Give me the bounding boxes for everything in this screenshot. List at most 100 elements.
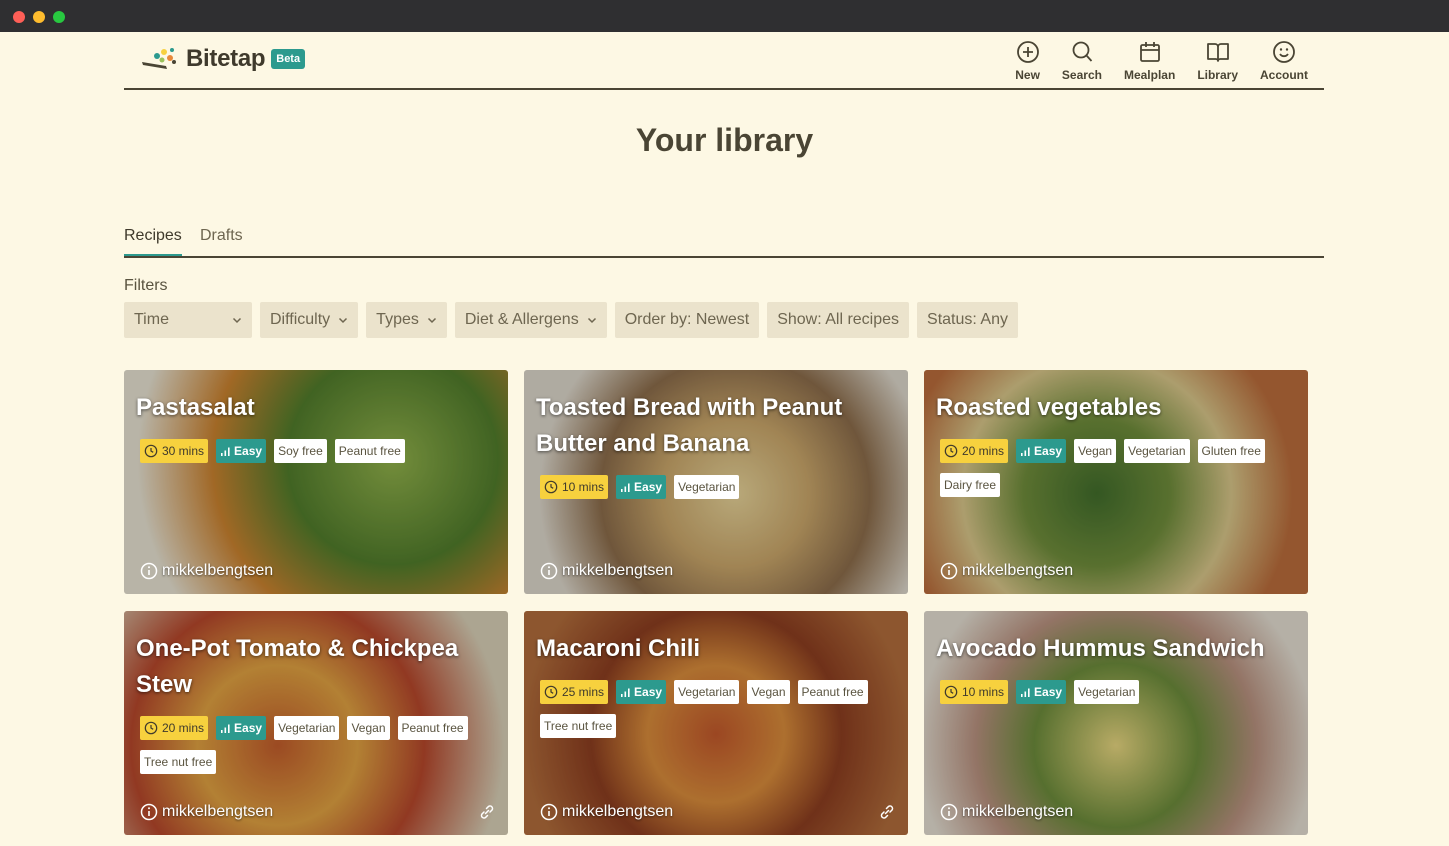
nav-label: Library: [1197, 68, 1238, 82]
recipe-title[interactable]: Toasted Bread with Peanut Butter and Ban…: [536, 390, 896, 462]
recipe-author[interactable]: mikkelbengtsen: [140, 562, 273, 580]
plus-circle-icon: [1016, 41, 1039, 63]
recipe-title[interactable]: Pastasalat: [136, 390, 496, 426]
difficulty-bars-icon: [1021, 447, 1030, 456]
link-icon[interactable]: [878, 803, 896, 821]
difficulty-bars-icon: [1021, 688, 1030, 697]
recipe-tags: 30 mins Easy Soy free Peanut free: [140, 439, 492, 473]
diet-tag: Gluten free: [1197, 439, 1265, 463]
info-icon: [940, 562, 958, 580]
calendar-icon: [1139, 42, 1160, 62]
time-badge: 20 mins: [140, 716, 209, 740]
filter-bar: Time Difficulty Types Diet & Allergens O…: [124, 302, 1026, 338]
app-name: Bitetap: [186, 45, 266, 72]
nav-label: New: [1015, 68, 1040, 82]
tab-recipes[interactable]: Recipes: [124, 227, 182, 256]
time-badge: 10 mins: [540, 475, 609, 499]
book-icon: [1206, 43, 1229, 62]
close-window-button[interactable]: [13, 11, 25, 23]
difficulty-badge: Easy: [216, 439, 267, 463]
header: Bitetap Beta New Search Mealplan Library: [124, 32, 1324, 90]
recipe-card[interactable]: Toasted Bread with Peanut Butter and Ban…: [524, 370, 908, 594]
recipe-card[interactable]: Roasted vegetables 20 mins Easy Vegan Vegeta…: [924, 370, 1308, 594]
recipe-title[interactable]: Roasted vegetables: [936, 390, 1296, 426]
nav-label: Search: [1061, 68, 1102, 82]
recipe-author[interactable]: mikkelbengtsen: [940, 803, 1073, 821]
recipe-tags: 20 mins Easy Vegan Vegetarian Gluten free Dai…: [940, 439, 1292, 507]
diet-tag: Vegetarian: [674, 680, 740, 704]
recipe-card[interactable]: Macaroni Chili 25 mins Easy Vegetarian Vegan…: [524, 611, 908, 835]
filter-label: Time: [134, 311, 169, 328]
clock-icon: [944, 444, 958, 458]
logo[interactable]: Bitetap Beta: [140, 44, 306, 74]
nav-mealplan[interactable]: Mealplan: [1124, 40, 1175, 82]
filter-types[interactable]: Types: [366, 302, 447, 338]
clock-icon: [144, 444, 158, 458]
recipe-author[interactable]: mikkelbengtsen: [140, 803, 273, 821]
logo-icon: [140, 44, 184, 74]
filter-show[interactable]: Show: All recipes: [767, 302, 910, 338]
info-icon: [140, 562, 158, 580]
diet-tag: Dairy free: [940, 473, 1001, 497]
filter-label: Order by: Newest: [624, 311, 750, 328]
recipe-tags: 20 mins Easy Vegetarian Vegan Peanut free Tre…: [140, 716, 492, 784]
diet-tag: Vegan: [347, 716, 390, 740]
filter-label: Show: All recipes: [777, 311, 900, 328]
search-icon: [1072, 41, 1093, 62]
recipe-title[interactable]: Avocado Hummus Sandwich: [936, 631, 1296, 667]
page: Bitetap Beta New Search Mealplan Library: [0, 32, 1449, 846]
maximize-window-button[interactable]: [53, 11, 65, 23]
diet-tag: Vegan: [747, 680, 790, 704]
nav-search[interactable]: Search: [1062, 40, 1102, 82]
clock-icon: [544, 685, 558, 699]
diet-tag: Vegetarian: [274, 716, 340, 740]
recipe-card[interactable]: Avocado Hummus Sandwich 10 mins Easy Vegeta…: [924, 611, 1308, 835]
info-icon: [140, 803, 158, 821]
diet-tag: Peanut free: [397, 716, 468, 740]
window-titlebar: [0, 0, 1449, 32]
difficulty-badge: Easy: [1016, 439, 1067, 463]
filter-diet-allergens[interactable]: Diet & Allergens: [454, 302, 607, 338]
filter-status[interactable]: Status: Any: [917, 302, 1018, 338]
smiley-icon: [1273, 41, 1295, 63]
time-badge: 20 mins: [940, 439, 1009, 463]
nav-library[interactable]: Library: [1197, 40, 1238, 82]
library-tabs: Recipes Drafts: [124, 224, 1324, 258]
recipe-title[interactable]: One-Pot Tomato & Chickpea Stew: [136, 631, 496, 703]
recipe-title[interactable]: Macaroni Chili: [536, 631, 896, 667]
diet-tag: Vegetarian: [1124, 439, 1190, 463]
diet-tag: Vegetarian: [674, 475, 740, 499]
difficulty-bars-icon: [621, 688, 630, 697]
chevron-down-icon: [339, 317, 348, 324]
diet-tag: Vegan: [1074, 439, 1117, 463]
recipe-card[interactable]: One-Pot Tomato & Chickpea Stew 20 mins Eas…: [124, 611, 508, 835]
diet-tag: Peanut free: [334, 439, 405, 463]
filter-difficulty[interactable]: Difficulty: [260, 302, 359, 338]
chevron-down-icon: [427, 317, 436, 324]
diet-tag: Soy free: [274, 439, 327, 463]
time-badge: 30 mins: [140, 439, 209, 463]
chevron-down-icon: [232, 317, 242, 324]
recipe-author[interactable]: mikkelbengtsen: [940, 562, 1073, 580]
clock-icon: [544, 480, 558, 494]
tab-drafts[interactable]: Drafts: [200, 227, 243, 245]
filter-time[interactable]: Time: [124, 302, 252, 338]
recipe-author[interactable]: mikkelbengtsen: [540, 803, 673, 821]
recipe-tags: 25 mins Easy Vegetarian Vegan Peanut free Tre…: [540, 680, 892, 748]
minimize-window-button[interactable]: [33, 11, 45, 23]
recipe-author[interactable]: mikkelbengtsen: [540, 562, 673, 580]
filter-label: Types: [376, 311, 419, 328]
info-icon: [540, 562, 558, 580]
recipe-tags: 10 mins Easy Vegetarian: [940, 680, 1292, 714]
recipe-card[interactable]: Pastasalat 30 mins Easy Soy free Peanut free…: [124, 370, 508, 594]
recipe-tags: 10 mins Easy Vegetarian: [540, 475, 892, 509]
diet-tag: Vegetarian: [1074, 680, 1140, 704]
link-icon[interactable]: [478, 803, 496, 821]
difficulty-badge: Easy: [616, 475, 667, 499]
difficulty-badge: Easy: [1016, 680, 1067, 704]
difficulty-bars-icon: [621, 483, 630, 492]
nav-new[interactable]: New: [1015, 40, 1040, 82]
filter-order-by[interactable]: Order by: Newest: [614, 302, 760, 338]
beta-badge: Beta: [271, 49, 306, 69]
nav-account[interactable]: Account: [1260, 40, 1308, 82]
